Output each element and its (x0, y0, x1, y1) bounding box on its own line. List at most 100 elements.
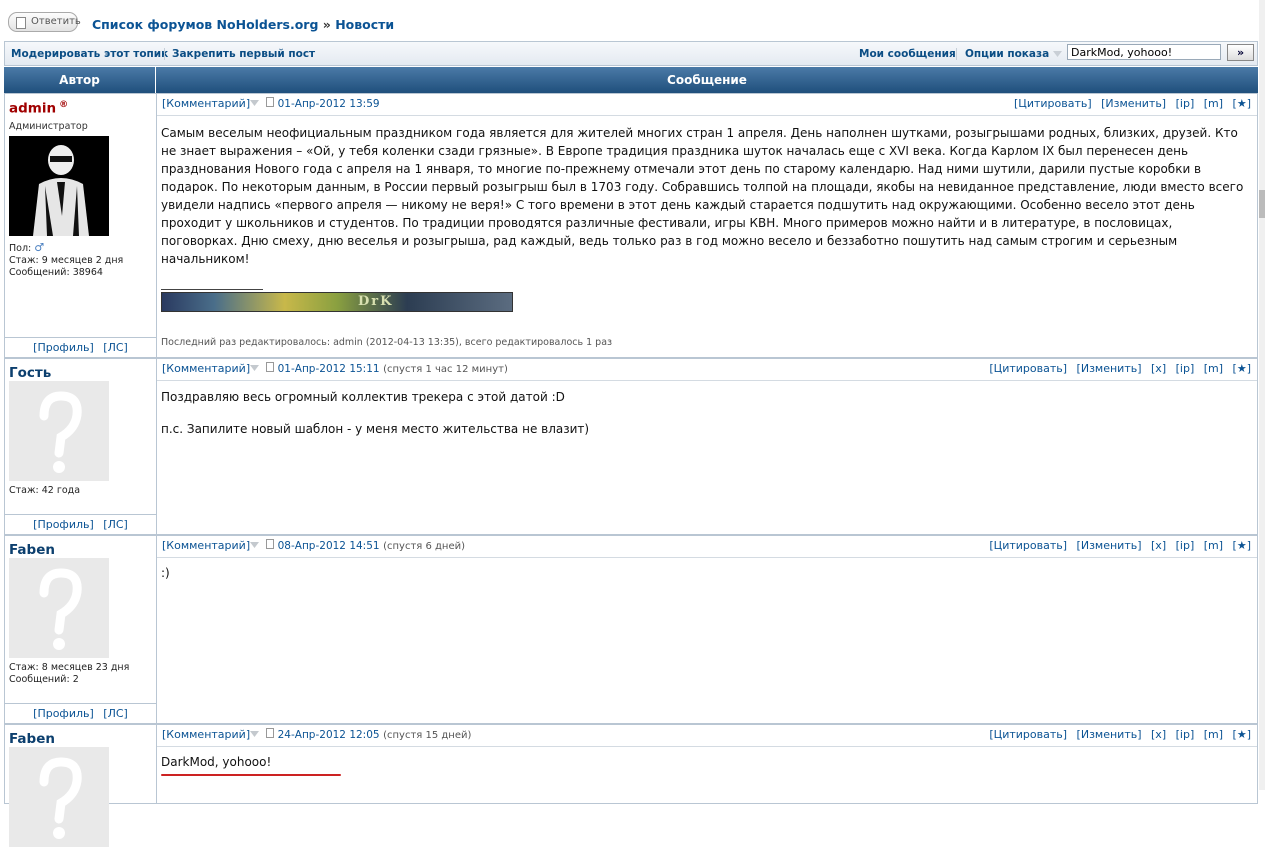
dropdown-arrow-icon[interactable] (250, 100, 260, 107)
breadcrumb-separator: » (322, 17, 331, 32)
private-message-link[interactable]: [ЛС] (103, 341, 128, 354)
search-input[interactable] (1067, 44, 1221, 60)
toolbar-divider (164, 48, 165, 60)
author-name[interactable]: Faben (9, 542, 55, 558)
post-header: [Комментарий] 08-Апр-2012 14:51 (спустя … (157, 536, 1257, 558)
view-options-label: Опции показа (965, 48, 1050, 60)
delete-button[interactable]: [x] (1151, 728, 1166, 741)
star-button[interactable]: [★] (1233, 97, 1251, 110)
topbar: Ответить Список форумов NoHolders.org » … (0, 0, 1265, 42)
private-message-link[interactable]: [ЛС] (103, 518, 128, 531)
default-avatar-icon (9, 381, 109, 481)
comment-link[interactable]: [Комментарий] (162, 97, 250, 110)
pin-first-post-link[interactable]: Закрепить первый пост (172, 48, 315, 60)
author-name[interactable]: admin ® (9, 100, 68, 117)
author-tenure: Стаж: 8 месяцев 23 дня (9, 662, 130, 673)
breadcrumb-news[interactable]: Новости (335, 17, 394, 32)
edit-button[interactable]: [Изменить] (1077, 728, 1142, 741)
moderate-button[interactable]: [m] (1204, 539, 1223, 552)
ip-button[interactable]: [ip] (1176, 97, 1195, 110)
author-links: [Профиль] [ЛС] (5, 514, 156, 535)
delete-button[interactable]: [x] (1151, 362, 1166, 375)
post-link-icon[interactable] (266, 97, 275, 107)
breadcrumb-forum-list[interactable]: Список форумов NoHolders.org (92, 17, 318, 32)
post: Faben Стаж: 8 месяцев 23 дня Сообщений: … (4, 535, 1258, 724)
comment-link[interactable]: [Комментарий] (162, 728, 250, 741)
dropdown-arrow-icon[interactable] (250, 365, 260, 372)
quote-button[interactable]: [Цитировать] (989, 539, 1067, 552)
post: admin ® Администратор Пол: ♂ Стаж: 9 меся… (4, 93, 1258, 358)
post-content: [Комментарий] 24-Апр-2012 12:05 (спустя … (157, 725, 1257, 803)
profile-link[interactable]: [Профиль] (33, 518, 94, 531)
post-link-icon[interactable] (266, 728, 275, 738)
ip-button[interactable]: [ip] (1176, 539, 1195, 552)
default-avatar-icon (9, 747, 109, 847)
post-author-panel: admin ® Администратор Пол: ♂ Стаж: 9 меся… (5, 94, 157, 357)
moderate-button[interactable]: [m] (1204, 362, 1223, 375)
comment-link[interactable]: [Комментарий] (162, 362, 250, 375)
reply-button[interactable]: Ответить (8, 12, 81, 32)
ip-button[interactable]: [ip] (1176, 362, 1195, 375)
author-tenure: Стаж: 42 года (9, 485, 81, 496)
scrollbar-thumb[interactable] (1259, 190, 1265, 218)
delete-button[interactable]: [x] (1151, 539, 1166, 552)
author-column-header: Автор (4, 67, 155, 93)
admin-avatar-icon (9, 136, 109, 236)
post-link-icon[interactable] (266, 362, 275, 372)
page-scrollbar[interactable] (1259, 0, 1265, 790)
post-author-panel: Гость Стаж: 42 года [Профиль] [ЛС] (5, 359, 157, 534)
post-body-line: Поздравляю весь огромный коллектив треке… (161, 390, 565, 404)
post-body: DarkMod, yohooo! (161, 755, 272, 769)
message-column-header: Сообщение (156, 67, 1258, 93)
post-date[interactable]: 01-Апр-2012 13:59 (278, 98, 380, 110)
post-header: [Комментарий] 01-Апр-2012 13:59 [Цитиров… (157, 94, 1257, 116)
post-author-panel: Faben Стаж: 8 месяцев 23 дня Сообщений: … (5, 536, 157, 723)
post-elapsed: (спустя 1 час 12 минут) (383, 364, 508, 375)
dropdown-arrow-icon[interactable] (250, 542, 260, 549)
post-body: Поздравляю весь огромный коллектив треке… (161, 388, 1249, 438)
moderate-button[interactable]: [m] (1204, 97, 1223, 110)
comment-link[interactable]: [Комментарий] (162, 539, 250, 552)
author-name[interactable]: Faben (9, 731, 55, 747)
author-links: [Профиль] [ЛС] (5, 337, 156, 358)
profile-link[interactable]: [Профиль] (33, 341, 94, 354)
moderate-button[interactable]: [m] (1204, 728, 1223, 741)
author-name[interactable]: Гость (9, 365, 51, 381)
post-link-icon[interactable] (266, 539, 275, 549)
edit-button[interactable]: [Изменить] (1077, 539, 1142, 552)
edit-button[interactable]: [Изменить] (1077, 362, 1142, 375)
edit-info: Последний раз редактировалось: admin (20… (161, 337, 613, 348)
star-button[interactable]: [★] (1233, 728, 1251, 741)
quote-button[interactable]: [Цитировать] (1014, 97, 1092, 110)
search-go-button[interactable]: » (1227, 44, 1254, 61)
dropdown-arrow-icon[interactable] (250, 731, 260, 738)
post-content: [Комментарий] 08-Апр-2012 14:51 (спустя … (157, 536, 1257, 723)
author-tenure: Стаж: 9 месяцев 2 дня (9, 255, 124, 266)
edit-button[interactable]: [Изменить] (1101, 97, 1166, 110)
toolbar-divider (956, 48, 957, 60)
author-name-text: admin (9, 100, 57, 117)
quote-button[interactable]: [Цитировать] (989, 362, 1067, 375)
post-body: :) (161, 566, 170, 580)
post-date[interactable]: 24-Апр-2012 12:05 (278, 729, 380, 741)
ip-button[interactable]: [ip] (1176, 728, 1195, 741)
author-post-count: Сообщений: 2 (9, 674, 79, 685)
profile-link[interactable]: [Профиль] (33, 707, 94, 720)
my-posts-link[interactable]: Мои сообщения (859, 48, 956, 60)
private-message-link[interactable]: [ЛС] (103, 707, 128, 720)
view-options-link[interactable]: Опции показа (965, 48, 1062, 60)
post: Faben [Комментарий] 24-Апр-2012 12:05 (с… (4, 724, 1258, 847)
author-stats: Стаж: 8 месяцев 23 дня Сообщений: 2 (9, 662, 129, 686)
moderate-topic-link[interactable]: Модерировать этот топик (11, 48, 168, 60)
post: Гость Стаж: 42 года [Профиль] [ЛС] [Комм… (4, 358, 1258, 535)
registered-icon: ® (59, 100, 69, 110)
default-avatar-icon (9, 558, 109, 658)
checkbox-icon (16, 17, 26, 29)
star-button[interactable]: [★] (1233, 362, 1251, 375)
author-stats: Пол: ♂ Стаж: 9 месяцев 2 дня Сообщений: … (9, 242, 123, 279)
post-date[interactable]: 08-Апр-2012 14:51 (278, 540, 380, 552)
post-date[interactable]: 01-Апр-2012 15:11 (278, 363, 380, 375)
author-links: [Профиль] [ЛС] (5, 703, 156, 724)
star-button[interactable]: [★] (1233, 539, 1251, 552)
quote-button[interactable]: [Цитировать] (989, 728, 1067, 741)
